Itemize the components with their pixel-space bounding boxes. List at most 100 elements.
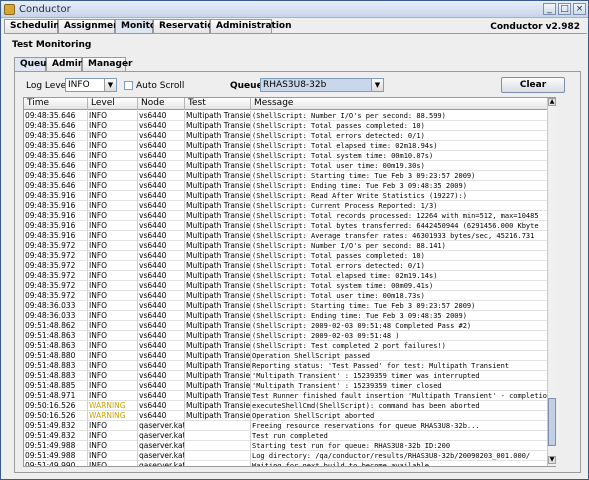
table-row[interactable]: 09:48:35.646 INFO vs6440 Multipath Transien…	[24, 181, 555, 191]
cell-message: (ShellScript: Starting time: Tue Feb 3 0…	[251, 171, 555, 181]
table-row[interactable]: 09:48:35.916 INFO vs6440 Multipath Transien…	[24, 201, 555, 211]
log-level-select[interactable]: INFO ▼	[65, 78, 117, 92]
close-button[interactable]: ×	[573, 3, 586, 15]
queue-value: RHAS3U8-32b	[263, 80, 327, 90]
cell-level: INFO	[88, 371, 138, 381]
tab-queue[interactable]: Queue	[14, 57, 53, 71]
cell-level: INFO	[88, 141, 138, 151]
auto-scroll-checkbox[interactable]	[124, 81, 133, 90]
cell-node: vs6440	[138, 311, 185, 321]
table-row[interactable]: 09:48:35.916 INFO vs6440 Multipath Transien…	[24, 211, 555, 221]
cell-level: INFO	[88, 151, 138, 161]
cell-test: Multipath Transient	[185, 331, 251, 341]
cell-message: Test run completed	[251, 431, 555, 441]
cell-test: Multipath Transient	[185, 381, 251, 391]
cell-message: (ShellScript: Total errors detected: 0/1…	[251, 131, 555, 141]
cell-level: INFO	[88, 341, 138, 351]
cell-level: WARNING	[88, 411, 138, 421]
cell-level: INFO	[88, 121, 138, 131]
table-row[interactable]: 09:51:49.988INFOqaserver.kat... Starting …	[24, 441, 555, 451]
table-row[interactable]: 09:51:48.883 INFO vs6440 Multipath Transien…	[24, 361, 555, 371]
table-row[interactable]: 09:48:35.972 INFO vs6440 Multipath Transien…	[24, 271, 555, 281]
table-row[interactable]: 09:48:35.646 INFO vs6440 Multipath Transien…	[24, 151, 555, 161]
cell-test: Multipath Transient	[185, 371, 251, 381]
maximize-button[interactable]: □	[558, 3, 571, 15]
log-table: Time Level Node Test Message 09:48:35.64…	[23, 97, 556, 467]
cell-node: vs6440	[138, 231, 185, 241]
table-row[interactable]: 09:50:16.526 WARNING vs6440 Multipath Trans…	[24, 401, 555, 411]
cell-message: (ShellScript: Number I/O's per second: 8…	[251, 241, 555, 251]
table-row[interactable]: 09:51:48.880 INFO vs6440 Multipath Transien…	[24, 351, 555, 361]
cell-message: Operation ShellScript aborted	[251, 411, 555, 421]
cell-node: vs6440	[138, 411, 185, 421]
table-row[interactable]: 09:51:49.832INFOqaserver.kat... Freeing r…	[24, 421, 555, 431]
tab-admin[interactable]: Admin	[46, 57, 84, 71]
table-row[interactable]: 09:48:35.646 INFO vs6440 Multipath Transien…	[24, 141, 555, 151]
table-row[interactable]: 09:48:36.033 INFO vs6440 Multipath Transien…	[24, 301, 555, 311]
cell-message: (ShellScript: Total system time: 00m09.4…	[251, 281, 555, 291]
table-row[interactable]: 09:48:35.646 INFO vs6440 Multipath Transien…	[24, 131, 555, 141]
table-header: Time Level Node Test Message	[24, 98, 555, 110]
clear-button[interactable]: Clear	[501, 77, 565, 93]
column-header-test[interactable]: Test	[185, 98, 251, 110]
scroll-down-icon[interactable]: ▼	[548, 456, 556, 464]
table-row[interactable]: 09:48:35.646 INFO vs6440 Multipath Transien…	[24, 121, 555, 131]
cell-node: qaserver.kat...	[138, 461, 185, 466]
tab-administration[interactable]: Administration	[210, 19, 292, 33]
column-header-node[interactable]: Node	[138, 98, 185, 110]
tab-assignments[interactable]: Assignments	[58, 19, 129, 33]
table-row[interactable]: 09:50:16.526 WARNING vs6440 Multipath Trans…	[24, 411, 555, 421]
table-row[interactable]: 09:48:35.916 INFO vs6440 Multipath Transien…	[24, 221, 555, 231]
table-row[interactable]: 09:51:48.885 INFO vs6440 Multipath Transien…	[24, 381, 555, 391]
tab-manager[interactable]: Manager	[82, 57, 133, 71]
table-row[interactable]: 09:51:48.971 INFO vs6440 Multipath Transien…	[24, 391, 555, 401]
log-level-value: INFO	[68, 80, 90, 90]
table-row[interactable]: 09:51:48.883 INFO vs6440 Multipath Transien…	[24, 371, 555, 381]
cell-message: (ShellScript: Ending time: Tue Feb 3 09:…	[251, 181, 555, 191]
cell-test: Multipath Transient	[185, 241, 251, 251]
table-row[interactable]: 09:48:35.972 INFO vs6440 Multipath Transien…	[24, 241, 555, 251]
cell-message: (ShellScript: Total records processed: 1…	[251, 211, 555, 221]
table-row[interactable]: 09:48:35.646 INFO vs6440 Multipath Transien…	[24, 111, 555, 121]
column-header-message[interactable]: Message	[251, 98, 555, 110]
table-row[interactable]: 09:51:48.863 INFO vs6440 Multipath Transien…	[24, 331, 555, 341]
scroll-thumb[interactable]	[548, 398, 556, 446]
cell-node: vs6440	[138, 201, 185, 211]
table-row[interactable]: 09:51:49.990INFOqaserver.kat... Waiting f…	[24, 461, 555, 466]
table-row[interactable]: 09:48:36.033 INFO vs6440 Multipath Transien…	[24, 311, 555, 321]
table-row[interactable]: 09:51:48.863 INFO vs6440 Multipath Transien…	[24, 341, 555, 351]
cell-node: vs6440	[138, 221, 185, 231]
table-row[interactable]: 09:48:35.972 INFO vs6440 Multipath Transien…	[24, 291, 555, 301]
column-header-time[interactable]: Time	[24, 98, 88, 110]
vertical-scrollbar[interactable]: ▲ ▼	[547, 98, 556, 466]
tab-monitor[interactable]: Monitor	[115, 19, 161, 33]
cell-message: (ShellScript: Total errors detected: 0/1…	[251, 261, 555, 271]
cell-time: 09:48:35.916	[24, 201, 88, 211]
cell-time: 09:51:48.863	[24, 331, 88, 341]
cell-message: (ShellScript: Total passes completed: 10…	[251, 251, 555, 261]
cell-message: (ShellScript: Total passes completed: 10…	[251, 121, 555, 131]
table-row[interactable]: 09:48:35.916 INFO vs6440 Multipath Transien…	[24, 231, 555, 241]
queue-select[interactable]: RHAS3U8-32b ▼	[260, 78, 384, 92]
table-row[interactable]: 09:51:49.988INFOqaserver.kat... Log direc…	[24, 451, 555, 461]
cell-test: Multipath Transient	[185, 271, 251, 281]
cell-node: vs6440	[138, 401, 185, 411]
cell-node: qaserver.kat...	[138, 451, 185, 461]
table-row[interactable]: 09:48:35.972 INFO vs6440 Multipath Transien…	[24, 261, 555, 271]
table-row[interactable]: 09:48:35.972 INFO vs6440 Multipath Transien…	[24, 281, 555, 291]
scroll-up-icon[interactable]: ▲	[548, 98, 556, 106]
table-row[interactable]: 09:48:35.916 INFO vs6440 Multipath Transien…	[24, 191, 555, 201]
table-row[interactable]: 09:48:35.646 INFO vs6440 Multipath Transien…	[24, 161, 555, 171]
cell-node: vs6440	[138, 131, 185, 141]
cell-test: Multipath Transient	[185, 111, 251, 121]
table-row[interactable]: 09:48:35.972 INFO vs6440 Multipath Transien…	[24, 251, 555, 261]
tab-reservations[interactable]: Reservations	[153, 19, 225, 33]
tab-scheduling[interactable]: Scheduling	[4, 19, 66, 33]
table-row[interactable]: 09:51:49.832INFOqaserver.kat... Test run …	[24, 431, 555, 441]
table-row[interactable]: 09:51:48.862 INFO vs6440 Multipath Transien…	[24, 321, 555, 331]
table-row[interactable]: 09:48:35.646 INFO vs6440 Multipath Transien…	[24, 171, 555, 181]
minimize-button[interactable]: _	[543, 3, 556, 15]
cell-time: 09:51:48.880	[24, 351, 88, 361]
cell-node: vs6440	[138, 361, 185, 371]
column-header-level[interactable]: Level	[88, 98, 138, 110]
